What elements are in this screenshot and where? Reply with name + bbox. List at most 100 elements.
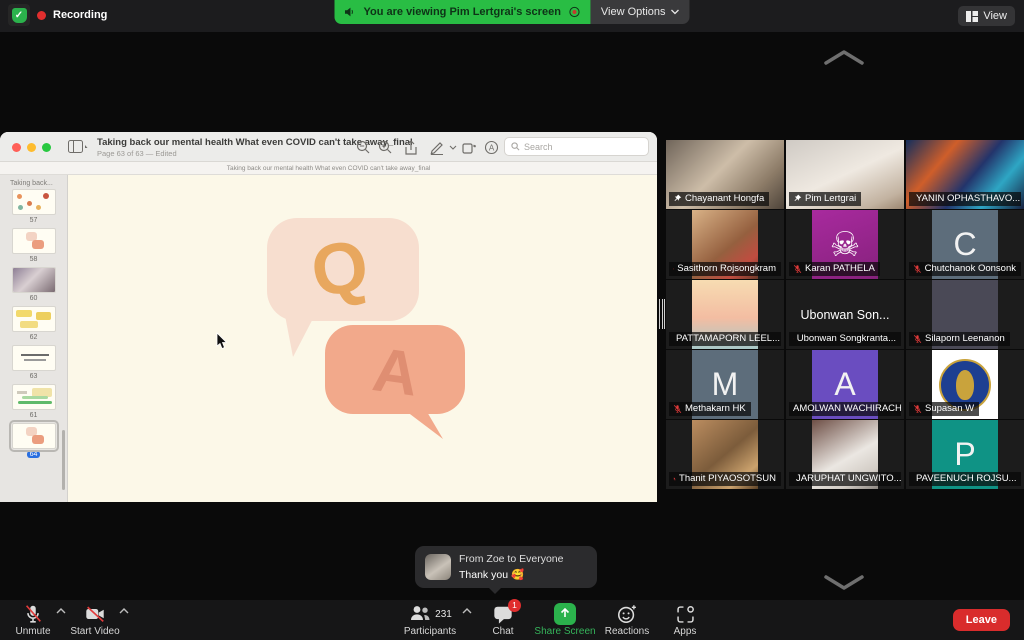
participant-name-label: Sasithorn Rojsongkram	[669, 262, 781, 276]
minimize-window-button[interactable]	[27, 143, 36, 152]
chat-button[interactable]: 1 Chat	[468, 603, 538, 637]
camera-off-icon	[83, 603, 107, 625]
participants-button[interactable]: 231 Participants	[395, 603, 465, 637]
markup-pencil-icon[interactable]	[429, 140, 445, 156]
participant-tile[interactable]: PPAVEENUCH ROJSU...	[906, 420, 1024, 489]
participant-tile[interactable]: AAMOLWAN WACHIRACH...	[786, 350, 904, 419]
annotate-icon[interactable]: A	[484, 140, 499, 155]
participant-name-label: Thanit PIYAOSOTSUN	[669, 472, 781, 486]
mic-muted-icon	[793, 264, 802, 274]
svg-text:A: A	[489, 144, 495, 153]
zoom-window-button[interactable]	[42, 143, 51, 152]
qa-slide-graphic: Q A	[68, 175, 657, 502]
banner-text: You are viewing Pim Lertgrai's screen	[363, 6, 560, 18]
recording-dot-icon	[37, 11, 46, 20]
document-page-status: Page 63 of 63 — Edited	[97, 149, 177, 158]
close-window-button[interactable]	[12, 143, 21, 152]
video-options-caret[interactable]	[119, 608, 129, 614]
panel-drag-handle[interactable]	[659, 299, 665, 329]
participant-tile[interactable]: MMethakarn HK	[666, 350, 784, 419]
record-dot-icon	[569, 6, 581, 18]
participant-name-label: Supasan W	[909, 402, 979, 416]
pin-icon	[673, 194, 682, 203]
chat-sender-avatar	[425, 554, 451, 580]
zoom-in-icon[interactable]	[378, 140, 393, 155]
chat-notification[interactable]: From Zoe to Everyone Thank you 🥰	[415, 546, 597, 588]
page-thumbnail[interactable]: 62	[11, 306, 57, 341]
leave-button[interactable]: Leave	[953, 609, 1010, 631]
collapse-down-chevron[interactable]	[822, 572, 866, 592]
participant-name-label: Chayanant Hongfa	[669, 192, 769, 206]
participant-tile[interactable]: Silaporn Leenanon	[906, 280, 1024, 349]
page-thumbnail[interactable]: 64	[11, 423, 57, 458]
page-thumbnail[interactable]: 57	[11, 189, 57, 224]
markup-chevron-icon[interactable]	[449, 145, 457, 151]
sidebar-toggle-icon[interactable]	[68, 140, 90, 154]
mic-muted-icon	[913, 334, 922, 344]
view-button[interactable]: View	[958, 6, 1015, 26]
recording-label: Recording	[53, 9, 107, 21]
participant-tile[interactable]: YANIN OPHASTHAVO...	[906, 140, 1024, 209]
participant-name-label: Ubonwan Songkranta...	[789, 332, 901, 346]
recording-indicator: ✓ Recording	[8, 4, 107, 26]
participant-tile[interactable]: ☠Karan PATHELA	[786, 210, 904, 279]
screen-share-banner: You are viewing Pim Lertgrai's screen Vi…	[334, 0, 689, 24]
sidebar-header: Taking back...	[0, 175, 67, 189]
participant-name-label: Silaporn Leenanon	[909, 332, 1010, 346]
mic-muted-icon	[22, 603, 44, 625]
top-bar: ✓ Recording You are viewing Pim Lertgrai…	[0, 0, 1024, 32]
participant-tile[interactable]: Thanit PIYAOSOTSUN	[666, 420, 784, 489]
zoom-meeting-window: ✓ Recording You are viewing Pim Lertgrai…	[0, 0, 1024, 640]
rotate-icon[interactable]	[462, 140, 477, 155]
sidebar-scrollbar[interactable]	[62, 430, 65, 490]
meeting-toolbar: Unmute Start Video 231 Participants 1 Ch…	[0, 600, 1024, 640]
zoom-out-icon[interactable]	[356, 140, 371, 155]
chat-notification-message: Thank you 🥰	[459, 568, 563, 581]
page-thumbnail[interactable]: 63	[11, 345, 57, 380]
participants-count: 231	[435, 609, 452, 620]
participant-tile[interactable]: CChutchanok Oonsonk	[906, 210, 1024, 279]
collapse-up-chevron[interactable]	[822, 48, 866, 68]
security-shield-icon[interactable]: ✓	[8, 4, 30, 26]
participant-name-label: JARUPHAT UNGWITO...	[789, 472, 901, 486]
grid-view-icon	[966, 11, 978, 22]
page-thumbnail[interactable]: 61	[11, 384, 57, 419]
search-input[interactable]: Search	[504, 137, 649, 156]
chevron-down-icon	[671, 9, 680, 15]
mic-muted-icon	[913, 404, 922, 414]
chat-notification-title: From Zoe to Everyone	[459, 553, 563, 565]
participant-name-label: Methakarn HK	[669, 402, 751, 416]
page-thumbnail[interactable]: 60	[11, 267, 57, 302]
page-thumbnail[interactable]: 58	[11, 228, 57, 263]
mic-muted-icon	[793, 334, 794, 344]
share-screen-button[interactable]: Share Screen	[530, 603, 600, 637]
participant-name-label: Karan PATHELA	[789, 262, 880, 276]
shared-screen-preview-window: Taking back our mental health What even …	[0, 132, 657, 502]
participant-tile[interactable]: Chayanant Hongfa	[666, 140, 784, 209]
preview-title-bar: Taking back our mental health What even …	[0, 132, 657, 162]
thumbnails-sidebar: Taking back... 57 58 60 62 63 61 64	[0, 175, 68, 502]
participant-tile[interactable]: Sasithorn Rojsongkram	[666, 210, 784, 279]
participant-tile[interactable]: Supasan W	[906, 350, 1024, 419]
share-screen-icon	[554, 603, 576, 625]
participant-tile[interactable]: Pim Lertgrai	[786, 140, 904, 209]
smiley-plus-icon	[616, 603, 638, 625]
participant-name-label: PATTAMAPORN LEEL...	[669, 332, 781, 346]
participant-name-label: PAVEENUCH ROJSU...	[909, 472, 1021, 486]
participant-name-label: AMOLWAN WACHIRACH...	[789, 402, 901, 416]
participant-tile[interactable]: Ubonwan Son...Ubonwan Songkranta...	[786, 280, 904, 349]
participant-name-label: Chutchanok Oonsonk	[909, 262, 1021, 276]
document-tab[interactable]: Taking back our mental health What even …	[0, 162, 657, 175]
participant-tile[interactable]: JARUPHAT UNGWITO...	[786, 420, 904, 489]
share-icon[interactable]	[404, 140, 418, 156]
svg-text:A: A	[369, 335, 423, 410]
mic-muted-icon	[673, 474, 676, 484]
slide-canvas: Q A	[68, 175, 657, 502]
thumbnail-list: 57 58 60 62 63 61 64	[0, 189, 67, 458]
mic-muted-icon	[673, 264, 674, 274]
view-options-dropdown[interactable]: View Options	[591, 0, 690, 24]
participant-name-label: YANIN OPHASTHAVO...	[909, 192, 1021, 206]
participant-tile[interactable]: PATTAMAPORN LEEL...	[666, 280, 784, 349]
apps-icon	[675, 604, 696, 625]
apps-button[interactable]: Apps	[650, 603, 720, 637]
